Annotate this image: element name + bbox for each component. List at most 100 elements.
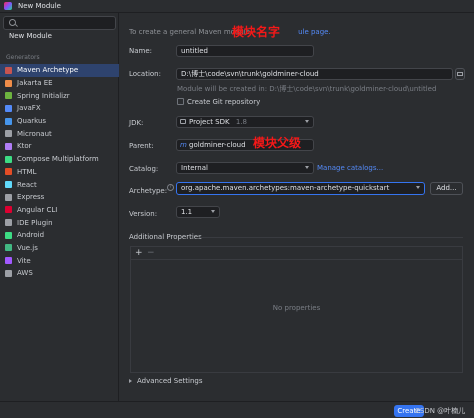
archetype-dropdown[interactable]: org.apache.maven.archetypes:maven-archet… — [176, 182, 425, 195]
add-property-button[interactable]: + — [135, 248, 143, 258]
additional-properties-title: Additional Properties — [129, 233, 202, 241]
empty-properties-text: No properties — [272, 304, 321, 312]
sidebar-item-react[interactable]: React — [0, 178, 119, 191]
catalog-value: Internal — [181, 164, 208, 172]
section-divider — [200, 237, 463, 238]
intellij-idea-icon — [4, 2, 12, 10]
sidebar-item-label: JavaFX — [17, 104, 41, 113]
sidebar-item-label: Angular CLI — [17, 205, 58, 214]
spring-icon — [5, 92, 12, 100]
help-icon[interactable]: ? — [167, 184, 174, 191]
compose-icon — [5, 155, 12, 163]
sidebar-item-label: Vue.js — [17, 243, 38, 252]
name-field[interactable]: untitled — [176, 45, 314, 57]
version-value: 1.1 — [181, 208, 193, 216]
csdn-watermark: CSDN @叶楠儿 — [415, 407, 466, 415]
express-icon — [5, 193, 12, 201]
sidebar-item-html[interactable]: HTML — [0, 166, 119, 179]
browse-folder-button[interactable] — [455, 68, 465, 80]
parent-label: Parent: — [129, 142, 154, 150]
annotation-module-parent: 模块父级 — [253, 136, 302, 150]
jdk-label: JDK: — [129, 119, 144, 127]
sidebar-item-label: IDE Plugin — [17, 218, 53, 227]
properties-table: + − No properties — [130, 246, 463, 373]
sidebar-item-label: Micronaut — [17, 129, 52, 138]
jdk-value: Project SDK — [189, 118, 230, 126]
search-input[interactable] — [19, 18, 113, 28]
generators-heading: Generators — [6, 54, 40, 61]
angular-icon — [5, 206, 12, 214]
sidebar-item-label: Maven Archetype — [17, 66, 79, 75]
jdk-dropdown[interactable]: Project SDK 1.8 — [176, 116, 314, 128]
version-label: Version: — [129, 210, 158, 218]
sidebar-item-vue-js[interactable]: Vue.js — [0, 242, 119, 255]
archetype-value: org.apache.maven.archetypes:maven-archet… — [181, 184, 390, 192]
android-icon — [5, 231, 12, 239]
jdk-folder-icon — [180, 119, 186, 124]
sidebar-item-maven-archetype[interactable]: Maven Archetype — [0, 64, 119, 77]
location-hint: Module will be created in: D:\博士\code\sv… — [177, 85, 437, 93]
window-title: New Module — [18, 2, 61, 10]
chevron-down-icon — [416, 186, 420, 189]
sidebar-search[interactable] — [3, 16, 116, 30]
name-label: Name: — [129, 47, 153, 55]
jdk-version: 1.8 — [235, 118, 247, 126]
sidebar-item-aws[interactable]: AWS — [0, 267, 119, 280]
sidebar-item-label: Quarkus — [17, 117, 47, 126]
html-icon — [5, 168, 12, 176]
sidebar-item-vite[interactable]: Vite — [0, 254, 119, 267]
advanced-settings-label: Advanced Settings — [137, 377, 203, 385]
vue-icon — [5, 244, 12, 252]
sidebar-item-label: Express — [17, 193, 45, 202]
react-icon — [5, 181, 12, 189]
intro-link[interactable]: ule page. — [298, 28, 331, 36]
sidebar-item-label: Spring Initializr — [17, 91, 70, 100]
add-archetype-button[interactable]: Add... — [430, 182, 463, 195]
annotation-module-name: 模块名字 — [232, 25, 281, 39]
remove-property-button[interactable]: − — [147, 248, 155, 258]
properties-toolbar: + − — [131, 247, 462, 260]
sidebar-item-spring-initializr[interactable]: Spring Initializr — [0, 89, 119, 102]
advanced-settings-toggle[interactable]: Advanced Settings — [129, 377, 203, 385]
location-label: Location: — [129, 70, 161, 78]
maven-icon — [5, 66, 12, 74]
sidebar-item-compose-multiplatform[interactable]: Compose Multiplatform — [0, 153, 119, 166]
manage-catalogs-link[interactable]: Manage catalogs... — [317, 164, 383, 172]
module-form: To create a general Maven module ule page… — [120, 13, 474, 401]
sidebar-item-label: Jakarta EE — [17, 79, 53, 88]
sidebar-item-quarkus[interactable]: Quarkus — [0, 115, 119, 128]
ktor-icon — [5, 142, 12, 150]
version-dropdown[interactable]: 1.1 — [176, 206, 220, 218]
sidebar-item-label: React — [17, 180, 37, 189]
archetype-label: Archetype: — [129, 187, 168, 195]
sidebar-item-ktor[interactable]: Ktor — [0, 140, 119, 153]
sidebar-item-jakarta-ee[interactable]: Jakarta EE — [0, 77, 119, 90]
catalog-label: Catalog: — [129, 165, 159, 173]
parent-value: goldminer-cloud — [189, 141, 246, 149]
generator-sidebar: New Module Generators Maven Archetype Jak… — [0, 13, 119, 401]
sidebar-item-ide-plugin[interactable]: IDE Plugin — [0, 216, 119, 229]
sidebar-item-new-module[interactable]: New Module — [9, 32, 52, 40]
sidebar-item-label: AWS — [17, 269, 33, 278]
aws-icon — [5, 269, 12, 277]
dialog-footer: Create CSDN @叶楠儿 — [0, 401, 474, 418]
sidebar-item-label: Compose Multiplatform — [17, 155, 99, 164]
location-field[interactable]: D:\博士\code\svn\trunk\goldminer-cloud — [176, 68, 453, 80]
jakarta-icon — [5, 79, 12, 87]
javafx-icon — [5, 104, 12, 112]
search-icon — [9, 19, 16, 26]
chevron-down-icon — [305, 166, 309, 169]
sidebar-item-javafx[interactable]: JavaFX — [0, 102, 119, 115]
plugin-icon — [5, 219, 12, 227]
create-git-checkbox[interactable] — [177, 98, 184, 105]
generator-list: Maven Archetype Jakarta EE Spring Initiali… — [0, 64, 119, 280]
quarkus-icon — [5, 117, 12, 125]
sidebar-item-express[interactable]: Express — [0, 191, 119, 204]
micronaut-icon — [5, 130, 12, 138]
sidebar-item-android[interactable]: Android — [0, 229, 119, 242]
catalog-dropdown[interactable]: Internal — [176, 162, 314, 174]
create-git-label: Create Git repository — [187, 98, 261, 106]
sidebar-item-micronaut[interactable]: Micronaut — [0, 127, 119, 140]
folder-icon — [457, 72, 463, 76]
sidebar-item-angular-cli[interactable]: Angular CLI — [0, 204, 119, 217]
